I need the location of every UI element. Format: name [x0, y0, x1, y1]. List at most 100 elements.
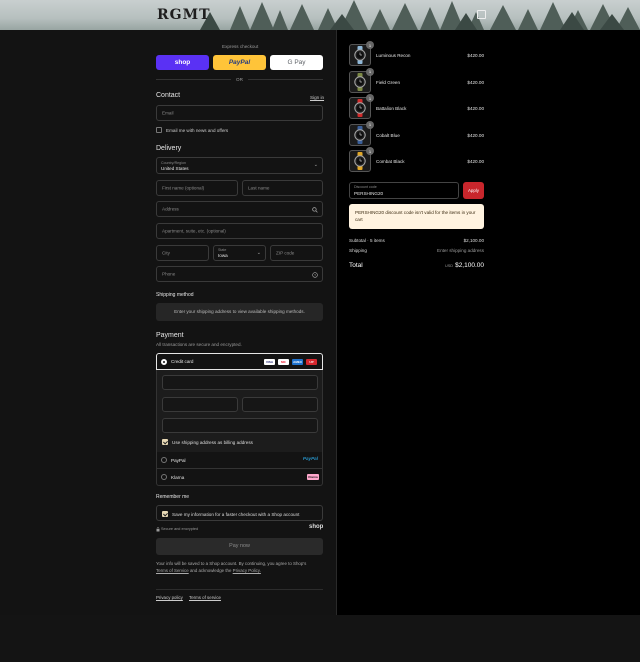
footer-terms-link[interactable]: Terms of service — [189, 595, 221, 600]
credit-card-option[interactable]: Credit card VISA MC AMEX UP — [156, 353, 323, 370]
shop-logo: shop — [309, 524, 324, 530]
klarna-logo-icon: Klarna — [307, 473, 319, 480]
chevron-down-icon: ⌄ — [256, 250, 261, 256]
page-bottom — [0, 615, 640, 662]
cart-item-thumbnail: 1 — [349, 41, 374, 66]
legal-and-text: and acknowledge the — [189, 568, 232, 573]
discount-error-alert: PERSHING20 discount code isn't valid for… — [349, 204, 484, 229]
cart-item-name: Cobalt Blue — [376, 132, 400, 138]
cart-item-price: $420.00 — [467, 79, 484, 85]
footer-privacy-link[interactable]: Privacy policy — [156, 595, 183, 600]
apartment-input[interactable]: Apartment, suite, etc. (optional) — [156, 223, 323, 239]
cart-item-name: Battalion Black — [376, 106, 407, 111]
mastercard-icon: MC — [278, 358, 289, 365]
total-value: $2,100.00 — [455, 262, 484, 269]
cart-item-price: $420.00 — [467, 132, 484, 138]
cart-item-thumbnail: 1 — [349, 94, 374, 119]
address-input[interactable]: Address — [156, 201, 323, 217]
country-value: United States — [161, 166, 189, 171]
state-label: State — [218, 248, 227, 252]
paypal-option-label: PayPal — [171, 457, 186, 463]
legal-text-line1: Your info will be saved to a Shop accoun… — [156, 561, 307, 566]
shop-pay-label: shop — [174, 59, 191, 66]
news-offers-label: Email me with news and offers — [166, 128, 229, 133]
order-summary-panel — [336, 30, 640, 615]
store-logo[interactable]: RGMT — [157, 7, 211, 23]
apply-label: Apply — [468, 188, 479, 193]
card-number-input[interactable] — [162, 375, 318, 390]
cart-item-thumbnail: 1 — [349, 120, 374, 146]
cart-item-name: Field Green — [376, 79, 401, 85]
pay-now-button[interactable]: Pay now — [156, 538, 323, 555]
express-checkout-title: Express checkout — [222, 44, 259, 49]
cart-item-name: Combat Black — [376, 159, 405, 164]
currency-label: USD — [445, 264, 454, 268]
remember-me-heading: Remember me — [156, 494, 190, 500]
card-cvc-input[interactable] — [242, 397, 318, 412]
paypal-option[interactable]: PayPal PayPal — [156, 452, 323, 469]
zip-placeholder: ZIP code — [276, 250, 295, 256]
paypal-radio[interactable] — [161, 457, 167, 463]
sign-in-link[interactable]: Sign in — [310, 95, 324, 100]
paypal-logo-icon: PayPal — [302, 456, 318, 461]
state-select[interactable]: State Iowa ⌄ — [213, 245, 266, 261]
discount-code-input[interactable]: Discount code PERSHING20 — [349, 182, 459, 199]
apply-discount-button[interactable]: Apply — [463, 182, 484, 199]
total-label: Total — [349, 262, 363, 269]
legal-text-line2: Terms of Service and acknowledge the Pri… — [156, 568, 261, 573]
cart-item-price: $420.00 — [467, 106, 484, 111]
klarna-option[interactable]: Klarna Klarna — [156, 469, 323, 486]
shop-pay-button[interactable]: shop — [156, 55, 209, 70]
remember-me-box: Save my information for a faster checkou… — [156, 505, 323, 521]
discount-code-label: Discount code — [354, 185, 377, 189]
search-icon — [312, 207, 318, 213]
cart-item-quantity-badge: 1 — [366, 41, 374, 49]
last-name-placeholder: Last name — [248, 185, 270, 191]
amex-icon: AMEX — [292, 358, 303, 365]
first-name-placeholder: First name (optional) — [162, 185, 205, 191]
first-name-input[interactable]: First name (optional) — [156, 180, 238, 196]
cart-item-quantity-badge: 1 — [366, 67, 374, 76]
city-placeholder: City — [162, 250, 170, 256]
apartment-placeholder: Apartment, suite, etc. (optional) — [162, 228, 226, 234]
card-expiry-input[interactable] — [162, 397, 238, 412]
klarna-option-label: Klarna — [171, 474, 185, 480]
shipping-label: Shipping — [349, 248, 367, 253]
billing-address-label: Use shipping address as billing address — [172, 440, 253, 445]
zip-input[interactable]: ZIP code — [270, 245, 323, 261]
cart-bag-icon[interactable] — [477, 10, 486, 19]
city-input[interactable]: City — [156, 245, 209, 261]
shipping-method-message: Enter your shipping address to view avai… — [174, 309, 305, 314]
paypal-express-button[interactable]: PayPal — [213, 55, 266, 70]
secure-encrypted-label: Secure and encrypted — [161, 527, 199, 531]
terms-of-service-link[interactable]: Terms of Service — [156, 568, 189, 573]
forest-banner-image — [200, 0, 640, 30]
save-info-checkbox[interactable] — [162, 510, 168, 517]
email-input[interactable]: Email — [156, 105, 323, 121]
subtotal-label: Subtotal · 5 items — [349, 238, 385, 243]
help-icon[interactable]: ? — [312, 271, 318, 278]
google-pay-button[interactable]: G Pay — [270, 55, 323, 70]
phone-input[interactable]: Phone ? — [156, 266, 323, 282]
shipping-method-notice: Enter your shipping address to view avai… — [156, 303, 323, 321]
chevron-down-icon: ⌄ — [313, 162, 318, 168]
phone-placeholder: Phone — [162, 271, 176, 277]
card-details-panel: Use shipping address as billing address — [156, 370, 323, 452]
privacy-policy-link[interactable]: Privacy Policy. — [233, 568, 261, 573]
billing-address-checkbox[interactable] — [162, 439, 168, 445]
klarna-radio[interactable] — [161, 474, 167, 480]
header-banner: RGMT — [0, 0, 640, 30]
credit-card-radio[interactable] — [161, 358, 167, 365]
shipping-method-heading: Shipping method — [156, 292, 194, 298]
last-name-input[interactable]: Last name — [242, 180, 323, 196]
card-name-input[interactable] — [162, 418, 318, 433]
paypal-express-label: PayPal — [228, 59, 251, 66]
cart-item-price: $420.00 — [467, 53, 484, 58]
cart-item-price: $420.00 — [467, 159, 484, 164]
country-select[interactable]: Country/Region United States ⌄ — [156, 157, 323, 174]
lock-icon — [156, 527, 160, 532]
or-divider-left — [156, 79, 231, 80]
news-offers-checkbox[interactable] — [156, 127, 162, 133]
cart-item-quantity-badge: 1 — [366, 147, 374, 155]
state-value: Iowa — [218, 253, 228, 258]
